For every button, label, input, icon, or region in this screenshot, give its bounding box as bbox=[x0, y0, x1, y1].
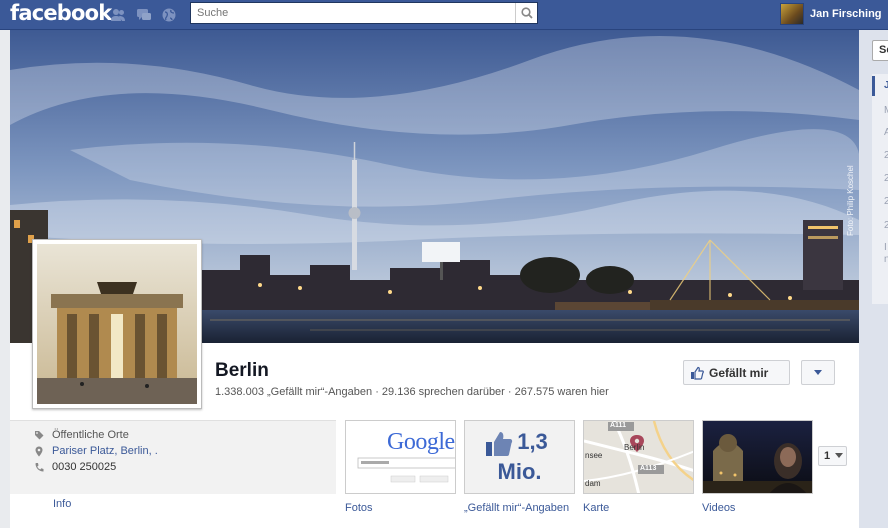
friend-requests-icon[interactable] bbox=[110, 7, 126, 23]
brandenburg-gate-image bbox=[37, 244, 197, 404]
user-profile-link[interactable]: Jan Firsching bbox=[780, 3, 882, 25]
sidebar-item[interactable]: J bbox=[884, 80, 888, 91]
thumbs-up-icon bbox=[691, 366, 704, 380]
map-city-label: Berlin bbox=[624, 443, 645, 452]
photos-label[interactable]: Fotos bbox=[345, 502, 373, 514]
map-label-fragment-2: dam bbox=[585, 479, 601, 488]
active-indicator bbox=[872, 76, 875, 96]
sidebar-item[interactable]: 2 bbox=[884, 196, 888, 207]
user-avatar[interactable] bbox=[780, 3, 804, 25]
videos-label[interactable]: Videos bbox=[702, 502, 735, 514]
right-sidebar: Se J M A 2 2 2 2 I n bbox=[859, 30, 888, 528]
sidebar-item[interactable]: 2 bbox=[884, 173, 888, 184]
chevron-down-icon bbox=[835, 453, 843, 458]
more-apps-button[interactable]: 1 bbox=[818, 446, 847, 466]
category-row: Öffentliche Orte bbox=[34, 429, 129, 441]
phone-row: 0030 250025 bbox=[34, 461, 116, 473]
category-text: Öffentliche Orte bbox=[52, 429, 129, 441]
notifications-globe-icon[interactable] bbox=[161, 7, 177, 23]
likes-count-line-2: Mio. bbox=[497, 459, 542, 484]
cover-photo-credit: Foto: Philip Koschel bbox=[846, 165, 855, 236]
chevron-down-icon bbox=[814, 370, 822, 375]
info-tab-link[interactable]: Info bbox=[53, 498, 71, 510]
about-box: Öffentliche Orte Pariser Platz, Berlin, … bbox=[10, 420, 336, 494]
map-label[interactable]: Karte bbox=[583, 502, 609, 514]
phone-number: 0030 250025 bbox=[52, 461, 117, 473]
address-row: Pariser Platz, Berlin, . bbox=[34, 445, 158, 457]
sidebar-item[interactable]: M bbox=[884, 105, 888, 116]
tag-icon bbox=[35, 430, 44, 439]
likes-label[interactable]: „Gefällt mir“-Angaben bbox=[464, 502, 569, 514]
search-icon bbox=[521, 7, 533, 19]
sidebar-item[interactable]: n bbox=[884, 254, 888, 265]
like-page-button[interactable]: Gefällt mir bbox=[683, 360, 790, 385]
page-stats: 1.338.003 „Gefällt mir“-Angaben · 29.136… bbox=[215, 386, 609, 398]
profile-picture[interactable] bbox=[32, 239, 202, 409]
sidebar-item[interactable]: A bbox=[884, 127, 888, 138]
sidebar-list: J M A 2 2 2 2 I n bbox=[872, 74, 888, 304]
search-button[interactable] bbox=[515, 3, 537, 23]
sidebar-item[interactable]: 2 bbox=[884, 150, 888, 161]
messages-icon[interactable] bbox=[136, 7, 152, 23]
videos-thumbnail bbox=[703, 421, 812, 493]
sidebar-button[interactable]: Se bbox=[872, 40, 888, 61]
videos-tile[interactable] bbox=[702, 420, 813, 494]
facebook-logo[interactable]: facebook bbox=[10, 1, 112, 25]
search-input[interactable] bbox=[191, 3, 511, 23]
photos-tile[interactable]: Google bbox=[345, 420, 456, 494]
search-box[interactable] bbox=[190, 2, 538, 24]
sidebar-item[interactable]: 2 bbox=[884, 220, 888, 231]
top-bar: facebook Jan Firsching bbox=[0, 0, 888, 30]
map-tile[interactable]: A111 A113 Berlin nsee dam bbox=[583, 420, 694, 494]
map-road-a113: A113 bbox=[640, 465, 657, 472]
likes-count-line-1: 1,3 bbox=[517, 429, 548, 454]
phone-icon bbox=[35, 462, 44, 471]
page-timeline: Foto: Philip Koschel Berlin 1.338.003 „G… bbox=[10, 30, 859, 528]
like-button-label: Gefällt mir bbox=[709, 365, 769, 380]
user-name[interactable]: Jan Firsching bbox=[810, 8, 882, 20]
location-pin-icon bbox=[35, 446, 43, 456]
more-apps-count: 1 bbox=[824, 450, 831, 462]
page-title: Berlin bbox=[215, 360, 269, 381]
address-link[interactable]: Pariser Platz, Berlin, . bbox=[52, 445, 158, 457]
map-road-a111: A111 bbox=[610, 422, 626, 429]
sidebar-item[interactable]: I bbox=[884, 242, 887, 253]
likes-tile[interactable]: 1,3 Mio. bbox=[464, 420, 575, 494]
page-options-dropdown[interactable] bbox=[801, 360, 835, 385]
google-logo-text: Google bbox=[387, 429, 455, 455]
map-label-fragment-1: nsee bbox=[585, 451, 603, 460]
